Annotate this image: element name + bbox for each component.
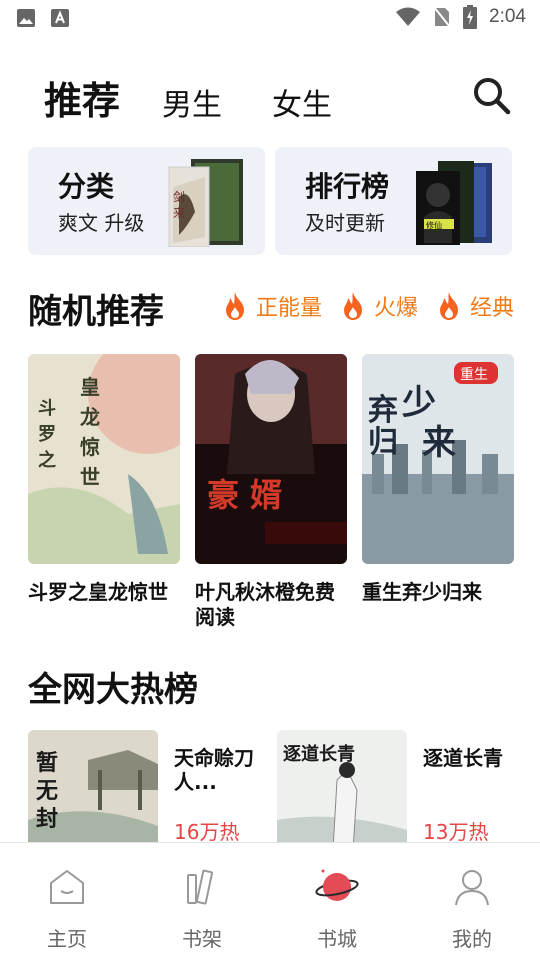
hot-book-heat: 16万热 bbox=[174, 820, 240, 842]
card-subtitle: 爽文 升级 bbox=[58, 211, 145, 235]
section-title-random: 随机推荐 bbox=[28, 292, 164, 332]
svg-text:剑: 剑 bbox=[173, 189, 185, 204]
wifi-icon bbox=[396, 7, 421, 26]
book-stack-image: 修仙 bbox=[416, 161, 492, 245]
home-icon bbox=[50, 870, 84, 904]
book-title: 重生弃少归来 bbox=[362, 580, 482, 604]
hot-book-heat: 13万热 bbox=[423, 820, 489, 842]
section-title-hot: 全网大热榜 bbox=[28, 670, 198, 710]
nav-label: 书架 bbox=[182, 927, 222, 951]
hot-book-title: 逐道长青 bbox=[423, 746, 503, 770]
svg-text:归: 归 bbox=[368, 425, 398, 460]
tab-female[interactable]: 女生 bbox=[272, 80, 332, 124]
svg-text:来: 来 bbox=[173, 206, 185, 220]
category-cards: 分类 爽文 升级 剑 来 排行榜 及时更新 修仙 bbox=[28, 147, 514, 255]
book-card[interactable]: 豪 婿 叶凡秋沐橙免费阅读 bbox=[195, 354, 347, 630]
svg-text:少: 少 bbox=[402, 383, 436, 423]
filter-tags: 正能量 火爆 经典 bbox=[222, 290, 514, 322]
book-stack-image: 剑 来 bbox=[168, 159, 243, 247]
bottom-nav: 主页 书架 书城 我的 bbox=[0, 842, 540, 960]
book-card[interactable]: 少 弃 归 来 重生 重生弃少归来 bbox=[362, 354, 514, 605]
filter-positive[interactable]: 正能量 bbox=[222, 290, 322, 322]
random-books-row: 皇 龙 惊 世 斗 罗 之 斗罗之皇龙惊世 豪 婿 叶凡秋沐橙免费阅读 少 弃 … bbox=[28, 354, 514, 644]
svg-text:皇: 皇 bbox=[80, 375, 100, 399]
book-cover: 逐道长青 bbox=[277, 730, 407, 842]
flame-icon bbox=[225, 292, 244, 320]
filter-hot[interactable]: 火爆 bbox=[340, 290, 418, 322]
flame-icon bbox=[343, 292, 362, 320]
tab-male[interactable]: 男生 bbox=[162, 80, 222, 124]
book-title: 叶凡秋沐橙免费阅读 bbox=[195, 580, 335, 629]
book-cover: 少 弃 归 来 重生 bbox=[362, 354, 514, 564]
bookshelf-icon bbox=[187, 869, 214, 905]
image-icon bbox=[17, 9, 35, 27]
svg-text:封: 封 bbox=[36, 807, 58, 832]
svg-text:斗: 斗 bbox=[38, 398, 56, 419]
nav-bookstore[interactable]: 书城 bbox=[287, 865, 387, 952]
card-subtitle: 及时更新 bbox=[305, 211, 385, 235]
hot-book-item[interactable]: 暂 无 封 天命赊刀人... 16万热 bbox=[28, 730, 268, 842]
hot-book-title: 天命赊刀人... bbox=[174, 746, 254, 794]
svg-text:无: 无 bbox=[36, 779, 58, 804]
status-time: 2:04 bbox=[489, 6, 526, 27]
svg-text:修仙: 修仙 bbox=[426, 220, 442, 230]
svg-text:罗: 罗 bbox=[38, 424, 56, 445]
category-card[interactable]: 分类 爽文 升级 剑 来 bbox=[28, 147, 265, 255]
flame-icon bbox=[439, 292, 458, 320]
card-title: 分类 bbox=[58, 170, 115, 203]
nav-bookshelf[interactable]: 书架 bbox=[152, 865, 252, 952]
svg-text:之: 之 bbox=[38, 449, 56, 471]
book-cover: 皇 龙 惊 世 斗 罗 之 bbox=[28, 354, 180, 564]
filter-label: 火爆 bbox=[373, 296, 418, 321]
svg-text:龙: 龙 bbox=[80, 405, 100, 429]
filter-classic[interactable]: 经典 bbox=[436, 290, 514, 322]
user-icon bbox=[455, 870, 489, 906]
card-title: 排行榜 bbox=[305, 170, 390, 203]
svg-text:重生: 重生 bbox=[460, 367, 488, 383]
svg-text:暂: 暂 bbox=[36, 750, 58, 776]
svg-text:惊: 惊 bbox=[80, 435, 100, 459]
no-sim-icon bbox=[433, 6, 451, 28]
search-icon[interactable] bbox=[470, 74, 514, 118]
filter-label: 经典 bbox=[469, 296, 514, 321]
book-title: 斗罗之皇龙惊世 bbox=[28, 580, 168, 604]
nav-label: 我的 bbox=[452, 927, 492, 951]
nav-profile[interactable]: 我的 bbox=[422, 865, 522, 952]
svg-text:弃: 弃 bbox=[368, 393, 398, 428]
svg-text:来: 来 bbox=[422, 423, 456, 463]
book-cover: 豪 婿 bbox=[195, 354, 347, 564]
nav-label: 主页 bbox=[47, 927, 87, 951]
filter-label: 正能量 bbox=[255, 296, 322, 321]
svg-text:逐道长青: 逐道长青 bbox=[283, 743, 355, 765]
hot-list: 暂 无 封 天命赊刀人... 16万热 逐道长青 逐道长青 13万热 bbox=[28, 730, 514, 842]
book-card[interactable]: 皇 龙 惊 世 斗 罗 之 斗罗之皇龙惊世 bbox=[28, 354, 180, 605]
book-cover: 暂 无 封 bbox=[28, 730, 158, 842]
text-icon bbox=[51, 9, 69, 27]
tab-recommend[interactable]: 推荐 bbox=[44, 70, 120, 125]
svg-text:世: 世 bbox=[80, 465, 100, 489]
status-bar: 2:04 bbox=[0, 0, 540, 36]
nav-label: 书城 bbox=[317, 927, 357, 951]
planet-icon bbox=[315, 869, 359, 901]
battery-icon bbox=[463, 5, 478, 29]
ranking-card[interactable]: 排行榜 及时更新 修仙 bbox=[275, 147, 512, 255]
hot-book-item[interactable]: 逐道长青 逐道长青 13万热 bbox=[277, 730, 514, 842]
top-tab-bar: 推荐 男生 女生 bbox=[0, 60, 540, 140]
svg-text:豪 婿: 豪 婿 bbox=[207, 476, 282, 514]
nav-home[interactable]: 主页 bbox=[17, 865, 117, 952]
